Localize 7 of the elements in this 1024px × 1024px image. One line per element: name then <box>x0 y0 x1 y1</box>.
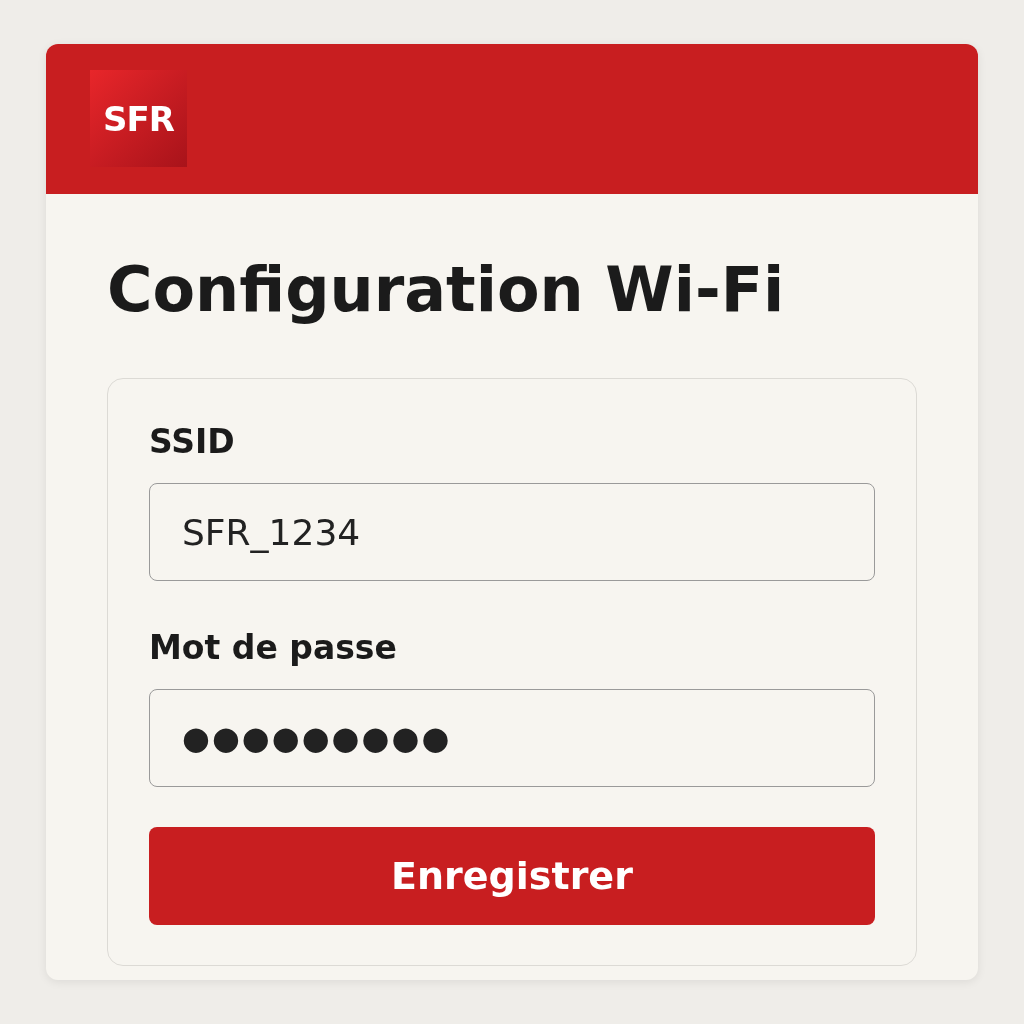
page-title: Configuration Wi-Fi <box>107 252 786 328</box>
save-button[interactable]: Enregistrer <box>149 827 875 925</box>
field-label: SSID <box>149 421 236 463</box>
password-field[interactable]: ●●●●●●●●● <box>149 689 875 787</box>
logo: SFR <box>90 70 187 167</box>
input-field[interactable]: SFR_1234 <box>149 483 875 581</box>
field-label: Mot de passe <box>149 627 398 669</box>
